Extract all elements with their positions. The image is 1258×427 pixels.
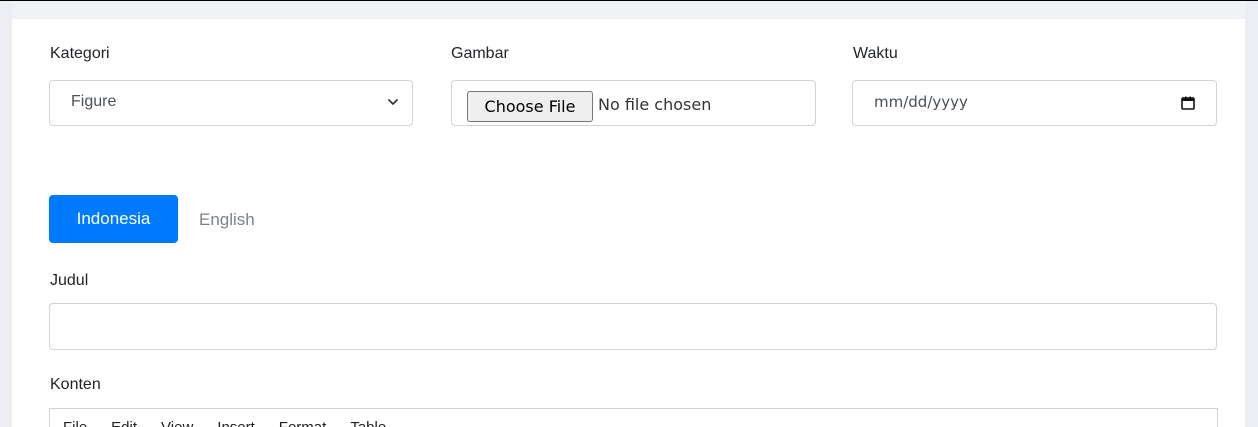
tab-english[interactable]: English <box>199 210 255 230</box>
waktu-date-input[interactable]: mm/dd/yyyy <box>852 80 1217 126</box>
editor-menu-row: File Edit View Insert Format Table <box>63 419 386 427</box>
kategori-select[interactable]: Figure <box>49 80 413 126</box>
date-placeholder: mm/dd/yyyy <box>874 93 968 111</box>
calendar-icon[interactable] <box>1180 95 1196 111</box>
konten-label: Konten <box>50 376 101 393</box>
gambar-file-input[interactable]: Choose File No file chosen <box>451 80 816 126</box>
waktu-label: Waktu <box>853 45 898 62</box>
menu-edit[interactable]: Edit <box>111 419 137 427</box>
judul-label: Judul <box>50 272 89 289</box>
file-status-text: No file chosen <box>598 95 712 114</box>
left-page-gutter <box>0 1 12 427</box>
gambar-label: Gambar <box>451 45 509 62</box>
kategori-selected-value: Figure <box>71 93 117 110</box>
tab-indonesia[interactable]: Indonesia <box>49 195 178 243</box>
choose-file-button[interactable]: Choose File <box>467 91 593 122</box>
right-page-gutter <box>1245 1 1258 427</box>
menu-insert[interactable]: Insert <box>217 419 255 427</box>
menu-view[interactable]: View <box>161 419 193 427</box>
konten-editor-toolbar: File Edit View Insert Format Table <box>49 408 1218 427</box>
chevron-down-icon <box>388 99 398 105</box>
card-top-gap <box>12 1 1245 19</box>
menu-format[interactable]: Format <box>279 419 327 427</box>
menu-table[interactable]: Table <box>350 419 386 427</box>
menu-file[interactable]: File <box>63 419 87 427</box>
judul-input[interactable] <box>49 303 1217 350</box>
kategori-label: Kategori <box>50 45 110 62</box>
